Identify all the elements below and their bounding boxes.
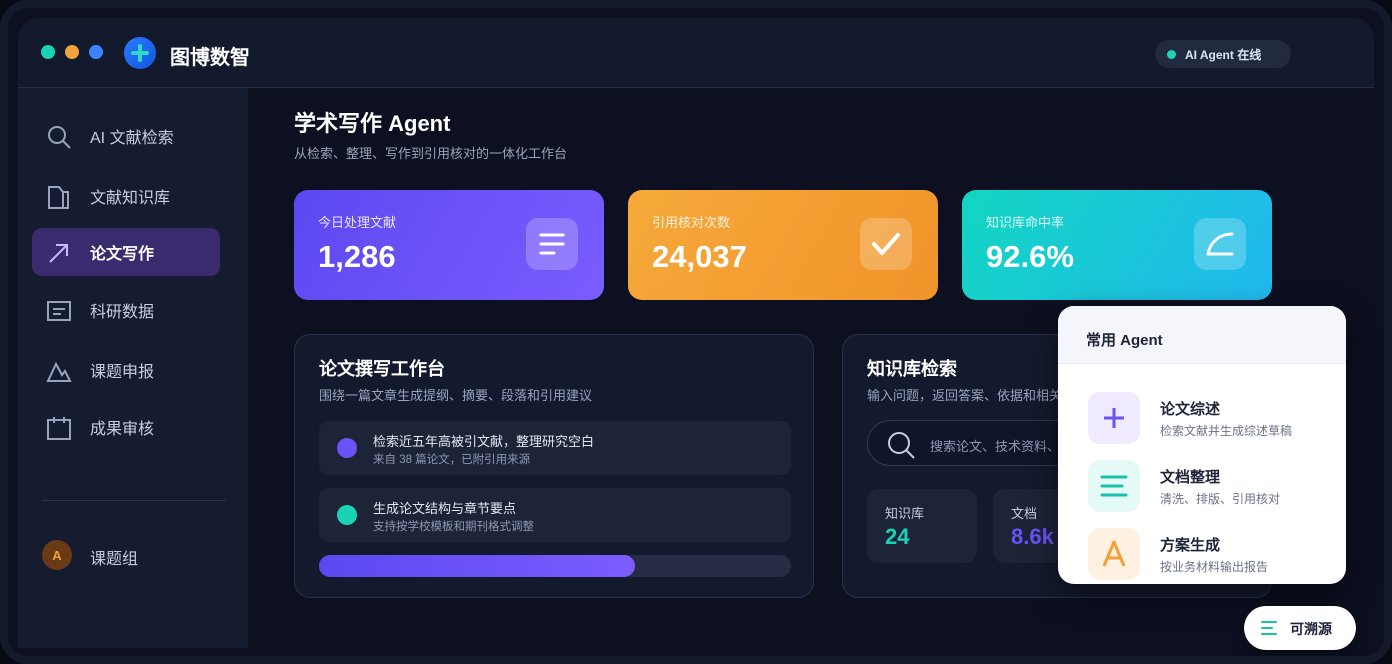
window-dot-blue[interactable] <box>89 45 103 59</box>
sidebar-item-label: 文献知识库 <box>90 190 171 207</box>
task-item[interactable]: 生成论文结构与章节要点 支持按学校模板和期刊格式调整 <box>319 488 791 542</box>
writing-workbench-panel: 论文撰写工作台 围绕一篇文章生成提纲、摘要、段落和引用建议 检索近五年高被引文献… <box>294 334 814 598</box>
avatar[interactable]: A <box>42 540 72 570</box>
progress-fill <box>319 555 636 577</box>
arrow-up-right-icon <box>49 244 68 263</box>
page-title: 学术写作 Agent <box>294 111 451 136</box>
task-item[interactable]: 检索近五年高被引文献，整理研究空白 来自 38 篇论文，已附引用来源 <box>319 421 791 475</box>
title-bar: 图博数智 AI Agent 在线 <box>18 18 1374 88</box>
agent-status-badge: AI Agent 在线 <box>1155 40 1291 68</box>
lines-icon <box>1261 621 1277 635</box>
agent-item-plan-generation[interactable]: 方案生成 按业务材料输出报告 <box>1088 528 1328 580</box>
brand-logo-icon <box>124 37 156 69</box>
writing-progress-bar <box>319 555 791 577</box>
agent-subtitle: 清洗、排版、引用核对 <box>1160 492 1281 506</box>
sidebar-item-label: 科研数据 <box>90 304 155 321</box>
check-icon <box>860 218 912 270</box>
sidebar-item-label: 论文写作 <box>90 246 155 263</box>
tile-value: 24 <box>885 524 910 549</box>
agent-title: 方案生成 <box>1160 537 1221 554</box>
sidebar-item-result-review[interactable]: 成果审核 <box>32 403 220 451</box>
window-dot-green[interactable] <box>41 45 55 59</box>
lines-icon <box>1088 460 1140 512</box>
sidebar-item-paper-writing[interactable]: 论文写作 <box>32 228 220 276</box>
sidebar-item-research-data[interactable]: 科研数据 <box>32 286 220 334</box>
sidebar-item-label: AI 文献检索 <box>90 130 174 147</box>
app-window: 图博数智 AI Agent 在线 AI 文献检索 文献知识库 论文写作 科研数据… <box>0 0 1392 664</box>
panel-title: 知识库检索 <box>867 359 957 379</box>
task-subtitle: 来自 38 篇论文，已附引用来源 <box>373 454 531 466</box>
search-icon <box>888 432 915 459</box>
task-subtitle: 支持按学校模板和期刊格式调整 <box>373 521 534 533</box>
sidebar: AI 文献检索 文献知识库 论文写作 科研数据 课题申报 成果审核 A 课题组 <box>18 88 248 648</box>
panel-title: 论文撰写工作台 <box>319 359 445 379</box>
brand-name: 图博数智 <box>170 47 250 69</box>
agent-subtitle: 检索文献并生成综述草稿 <box>1160 424 1293 438</box>
task-title: 生成论文结构与章节要点 <box>373 501 517 516</box>
stat-card-hit-rate[interactable]: 知识库命中率 92.6% <box>962 190 1272 300</box>
calendar-icon <box>47 417 71 440</box>
letter-a-icon <box>1088 528 1140 580</box>
sidebar-divider <box>42 500 226 501</box>
sidebar-item-project-application[interactable]: 课题申报 <box>32 346 220 394</box>
tile-label: 知识库 <box>885 506 925 521</box>
data-list-icon <box>47 301 71 321</box>
sidebar-item-literature-search[interactable]: AI 文献检索 <box>32 112 220 160</box>
sidebar-item-label: 课题申报 <box>90 364 155 381</box>
list-icon <box>526 218 578 270</box>
task-status-dot-icon <box>337 505 357 525</box>
panel-subtitle: 输入问题，返回答案、依据和相关 <box>867 388 1063 403</box>
stat-card-citation-checks[interactable]: 引用核对次数 24,037 <box>628 190 938 300</box>
task-title: 检索近五年高被引文献，整理研究空白 <box>373 434 595 449</box>
team-name[interactable]: 课题组 <box>90 545 138 569</box>
task-status-dot-icon <box>337 438 357 458</box>
stat-card-processed[interactable]: 今日处理文献 1,286 <box>294 190 604 300</box>
sidebar-item-knowledge-base[interactable]: 文献知识库 <box>32 172 220 220</box>
traceable-button[interactable]: 可溯源 <box>1244 606 1356 650</box>
gauge-icon <box>1194 218 1246 270</box>
agent-title: 论文综述 <box>1160 401 1221 418</box>
search-placeholder: 搜索论文、技术资料、项 <box>930 439 1074 454</box>
popup-title: 常用 Agent <box>1058 306 1346 364</box>
online-dot-icon <box>1167 50 1176 59</box>
book-icon <box>48 186 69 209</box>
search-icon <box>48 126 71 149</box>
agent-subtitle: 按业务材料输出报告 <box>1160 560 1269 574</box>
page-subtitle: 从检索、整理、写作到引用核对的一体化工作台 <box>294 146 568 161</box>
window-dot-orange[interactable] <box>65 45 79 59</box>
plus-icon <box>1088 392 1140 444</box>
common-agents-popup: 常用 Agent 论文综述 检索文献并生成综述草稿 文档整理 清洗、排版、引用核… <box>1058 306 1346 584</box>
traceable-button-label: 可溯源 <box>1290 621 1332 637</box>
agent-item-literature-review[interactable]: 论文综述 检索文献并生成综述草稿 <box>1088 392 1328 444</box>
kb-tile-knowledge-bases[interactable]: 知识库 24 <box>867 489 977 563</box>
sidebar-item-label: 成果审核 <box>90 421 155 438</box>
mountain-icon <box>46 361 72 382</box>
panel-subtitle: 围绕一篇文章生成提纲、摘要、段落和引用建议 <box>319 388 593 403</box>
agent-title: 文档整理 <box>1160 469 1221 486</box>
agent-item-document-organize[interactable]: 文档整理 清洗、排版、引用核对 <box>1088 460 1328 512</box>
agent-status-label: AI Agent 在线 <box>1185 47 1262 62</box>
